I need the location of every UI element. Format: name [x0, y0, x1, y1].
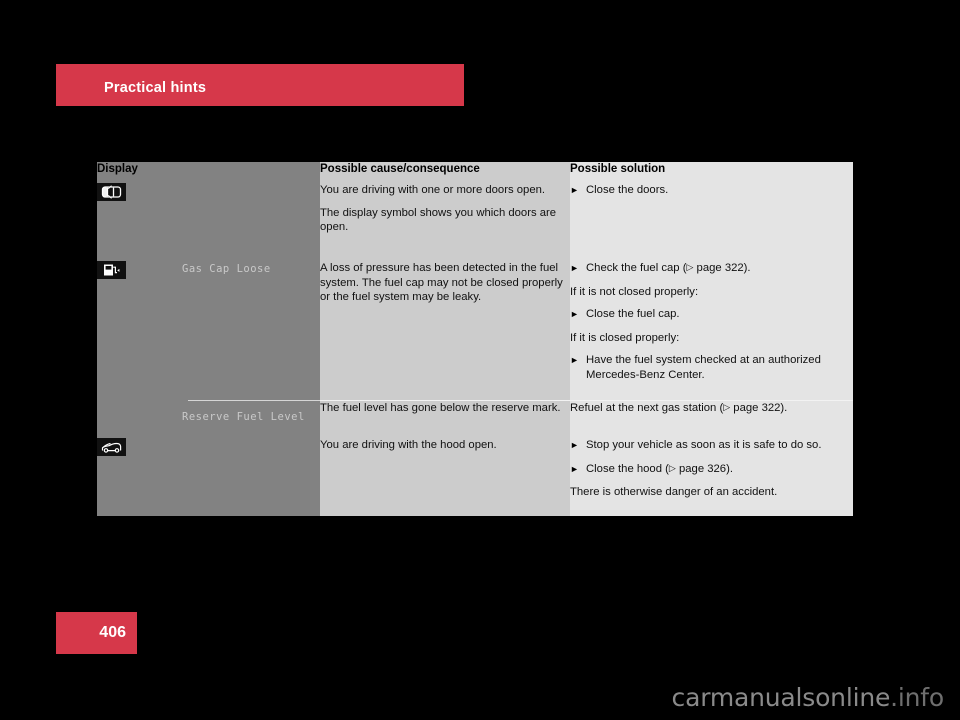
solution-text-part: Close the hood ( [586, 462, 669, 475]
solution-text: Close the hood (▷ page 326). [586, 462, 853, 478]
fuel-pump-icon [97, 261, 126, 279]
cross-reference-icon: ▷ [686, 262, 694, 272]
table-row: You are driving with the hood open. ► St… [97, 438, 853, 516]
display-label: Reserve Fuel Level [182, 411, 305, 423]
solution-text-tail: ). [780, 401, 788, 414]
solution-bullet: ► Check the fuel cap (▷ page 322). [570, 261, 853, 277]
cause-paragraph: A loss of pressure has been detected in … [320, 262, 563, 303]
table-header-row: Display Possible cause/consequence Possi… [97, 162, 853, 183]
display-cell [97, 438, 320, 516]
page-title: Practical hints [104, 80, 207, 96]
column-header-cause: Possible cause/consequence [320, 162, 570, 183]
column-header-solution: Possible solution [570, 162, 853, 183]
solution-bullet: ► Close the fuel cap. [570, 307, 853, 323]
icon-slot [97, 183, 182, 206]
solution-cell: Refuel at the next gas station (▷ page 3… [570, 399, 853, 438]
cause-cell: A loss of pressure has been detected in … [320, 261, 570, 400]
solution-text: Have the fuel system checked at an autho… [586, 354, 821, 381]
solution-text: Close the fuel cap. [586, 308, 680, 320]
page-number: 406 [99, 624, 126, 641]
solution-bullet: ► Close the doors. [570, 183, 853, 199]
display-cell: Gas Cap Loose [97, 261, 320, 400]
icon-slot [97, 438, 182, 461]
solution-text-tail: ). [726, 462, 733, 475]
car-hood-open-icon [97, 438, 126, 456]
bullet-triangle-icon: ► [570, 185, 579, 195]
solution-cell: ► Close the doors. [570, 183, 853, 261]
troubleshooting-table: Display Possible cause/consequence Possi… [97, 162, 853, 516]
bullet-triangle-icon: ► [570, 463, 579, 474]
solution-text: Close the doors. [586, 184, 669, 196]
page-reference: page 326 [678, 462, 727, 475]
table-row: You are driving with one or more doors o… [97, 183, 853, 261]
watermark-suffix: .info [890, 683, 944, 712]
cross-reference-icon: ▷ [723, 401, 731, 412]
bullet-triangle-icon: ► [570, 440, 579, 450]
solution-text: Stop your vehicle as soon as it is safe … [586, 439, 822, 451]
column-header-display: Display [97, 162, 320, 183]
cause-paragraph: The display symbol shows you which doors… [320, 206, 557, 234]
cause-cell: The fuel level has gone below the reserv… [320, 399, 570, 438]
car-doors-open-icon [97, 183, 126, 201]
display-cell: Reserve Fuel Level [97, 400, 320, 438]
cause-paragraph: The fuel level has gone below the reserv… [320, 401, 561, 414]
solution-text: Check the fuel cap (▷ page 322). [586, 261, 853, 277]
solution-paragraph: If it is not closed properly: [570, 285, 699, 298]
solution-cell: ► Stop your vehicle as soon as it is saf… [570, 438, 853, 516]
display-cell [97, 183, 320, 261]
icon-slot [97, 261, 182, 284]
bullet-triangle-icon: ► [570, 263, 579, 273]
watermark-main: carmanualsonline [671, 683, 891, 712]
solution-bullet: ► Stop your vehicle as soon as it is saf… [570, 438, 853, 454]
solution-cell: ► Check the fuel cap (▷ page 322). If it… [570, 261, 853, 400]
solution-paragraph: Refuel at the next gas station (▷ page 3… [570, 401, 853, 416]
display-label [182, 183, 320, 184]
table-row: Reserve Fuel Level The fuel level has go… [97, 399, 853, 438]
solution-paragraph: There is otherwise danger of an accident… [570, 486, 778, 498]
solution-paragraph: If it is closed properly: [570, 331, 680, 344]
page-reference: page 322 [696, 262, 744, 274]
cause-cell: You are driving with the hood open. [320, 438, 570, 516]
solution-text-part: Refuel at the next gas station ( [570, 401, 724, 414]
sub-row-divider [188, 400, 320, 401]
manual-page: Practical hints Display Possible cause/c… [0, 0, 960, 720]
cause-paragraph: You are driving with one or more doors o… [320, 184, 546, 196]
solution-text-tail: ). [743, 262, 751, 274]
cross-reference-icon: ▷ [668, 462, 676, 473]
solution-bullet: ► Have the fuel system checked at an aut… [570, 353, 853, 382]
bullet-triangle-icon: ► [570, 309, 579, 319]
cause-cell: You are driving with one or more doors o… [320, 183, 570, 261]
solution-text-part: Check the fuel cap ( [586, 262, 687, 274]
display-label [182, 438, 320, 439]
display-label: Gas Cap Loose [182, 263, 271, 275]
table-row: Gas Cap Loose A loss of pressure has bee… [97, 261, 853, 400]
solution-bullet: ► Close the hood (▷ page 326). [570, 462, 853, 478]
page-reference: page 322 [733, 401, 781, 414]
cause-paragraph: You are driving with the hood open. [320, 439, 497, 451]
bullet-triangle-icon: ► [570, 355, 579, 365]
watermark: carmanualsonline.info [671, 683, 945, 712]
